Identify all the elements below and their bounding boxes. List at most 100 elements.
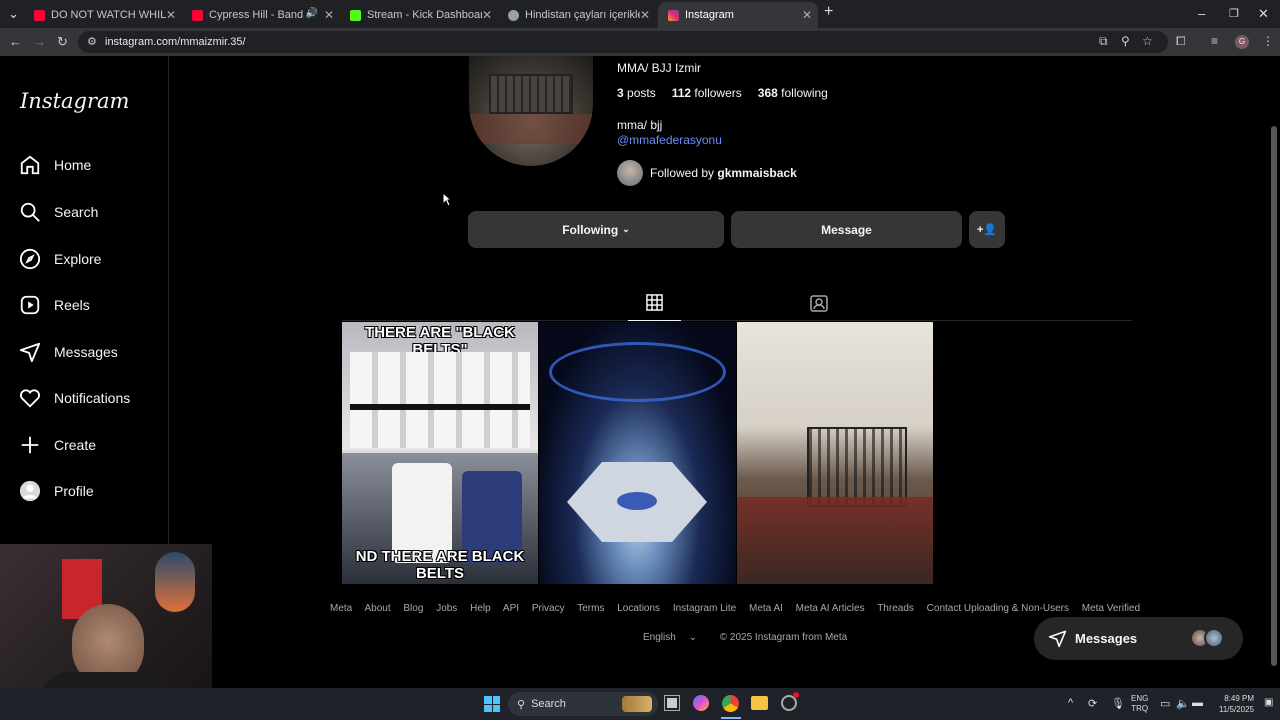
nav-reels[interactable]: Reels: [19, 294, 90, 316]
footer-link[interactable]: Meta AI: [749, 603, 783, 614]
posts-stat[interactable]: 3 posts: [617, 86, 656, 100]
site-info-icon[interactable]: ⚙: [87, 35, 97, 48]
network-icon[interactable]: ▭: [1160, 697, 1170, 710]
file-explorer-icon[interactable]: [751, 696, 768, 710]
sync-icon[interactable]: ⟳: [1088, 697, 1097, 710]
footer-link[interactable]: Meta: [330, 603, 352, 614]
browser-tab-1[interactable]: DO NOT WATCH WHILE EATING ✕: [26, 2, 182, 28]
footer-link[interactable]: Terms: [577, 603, 604, 614]
footer-links: Meta About Blog Jobs Help API Privacy Te…: [330, 603, 1150, 614]
clock[interactable]: 8:49 PM 11/5/2025: [1210, 693, 1254, 715]
chevron-up-icon[interactable]: ^: [1068, 697, 1073, 709]
footer-link[interactable]: API: [503, 603, 519, 614]
nav-explore[interactable]: Explore: [19, 248, 101, 270]
nav-create[interactable]: Create: [19, 434, 96, 456]
post-ufc-arena[interactable]: [539, 322, 736, 584]
forward-icon[interactable]: →: [33, 34, 46, 49]
minimize-icon[interactable]: –: [1198, 6, 1205, 21]
kick-icon: [350, 9, 361, 21]
profile-icon: [19, 480, 41, 502]
footer-link[interactable]: Blog: [403, 603, 423, 614]
followers-stat[interactable]: 112 followers: [672, 86, 742, 100]
address-toolbar: ← → ↻ ⚙ instagram.com/mmaizmir.35/ ⧉ ⚲ ☆…: [0, 28, 1280, 56]
copyright-text: © 2025 Instagram from Meta: [719, 632, 848, 643]
profile-name: MMA/ BJJ Izmir: [617, 61, 701, 75]
post-black-belts-meme[interactable]: THERE ARE "BLACK BELTS" ND THERE ARE BLA…: [342, 322, 538, 584]
close-icon[interactable]: ✕: [640, 8, 650, 22]
page-scrollbar[interactable]: [1268, 56, 1280, 688]
profile-mention-link[interactable]: @mmafederasyonu: [617, 133, 722, 147]
footer-link[interactable]: Contact Uploading & Non-Users: [927, 603, 1069, 614]
nav-notifications[interactable]: Notifications: [19, 387, 130, 409]
footer-link[interactable]: Locations: [617, 603, 660, 614]
following-count: 368: [757, 86, 778, 100]
nav-messages[interactable]: Messages: [19, 341, 118, 363]
instagram-logo[interactable]: Instagram: [20, 89, 129, 113]
following-stat[interactable]: 368 following: [758, 86, 828, 100]
footer-link[interactable]: Meta Verified: [1082, 603, 1140, 614]
restore-icon[interactable]: ❐: [1229, 7, 1239, 20]
url-text[interactable]: instagram.com/mmaizmir.35/: [105, 36, 246, 48]
chrome-icon[interactable]: [722, 695, 739, 712]
nav-label: Notifications: [54, 390, 131, 406]
speaker-icon[interactable]: 🔊: [306, 8, 318, 19]
browser-tab-4[interactable]: Hindistan çayları içerikleri ✕: [500, 2, 656, 28]
footer-link[interactable]: About: [364, 603, 390, 614]
volume-icon[interactable]: 🔈: [1176, 697, 1190, 710]
profile-avatar[interactable]: [469, 56, 593, 166]
zoom-icon[interactable]: ⚲: [1121, 34, 1130, 48]
message-button[interactable]: Message: [731, 211, 962, 248]
copilot-icon[interactable]: [693, 695, 709, 711]
close-icon[interactable]: ✕: [324, 8, 334, 22]
footer-link[interactable]: Help: [470, 603, 491, 614]
tab-posts[interactable]: [628, 284, 681, 321]
close-icon[interactable]: ✕: [802, 8, 812, 22]
battery-icon[interactable]: ▬: [1192, 697, 1203, 709]
profile-avatar-icon[interactable]: G: [1235, 35, 1249, 49]
media-control-icon[interactable]: ≡: [1211, 34, 1218, 48]
mouse-cursor-icon: [442, 192, 452, 207]
footer-link[interactable]: Meta AI Articles: [796, 603, 865, 614]
profile-tabs-divider: [342, 320, 1132, 321]
grid-icon: [646, 293, 663, 311]
new-tab-icon[interactable]: +: [824, 3, 833, 21]
install-app-icon[interactable]: ⧉: [1099, 34, 1108, 49]
back-icon[interactable]: ←: [9, 34, 22, 49]
footer-link[interactable]: Jobs: [436, 603, 457, 614]
browser-tab-2[interactable]: Cypress Hill - Band of Gyps 🔊 ✕: [184, 2, 340, 28]
tab-tagged[interactable]: [797, 286, 841, 320]
footer-link[interactable]: Privacy: [532, 603, 565, 614]
close-icon[interactable]: ✕: [166, 8, 176, 22]
browser-tab-5[interactable]: Instagram ✕: [658, 2, 818, 28]
nav-profile[interactable]: Profile: [19, 480, 94, 502]
menu-icon[interactable]: ⋮: [1262, 34, 1274, 48]
taskbar-search[interactable]: ⚲ Search: [508, 692, 658, 716]
close-icon[interactable]: ✕: [482, 8, 492, 22]
followed-by[interactable]: Followed by gkmmaisback: [617, 160, 797, 186]
scrollbar-thumb[interactable]: [1271, 126, 1277, 666]
nav-label: Search: [54, 204, 99, 220]
footer-link[interactable]: Threads: [877, 603, 914, 614]
language-indicator[interactable]: ENG TRQ: [1131, 694, 1148, 714]
post-cage-event[interactable]: [737, 322, 933, 584]
compass-icon: [19, 248, 41, 270]
browser-tab-strip: ⌄ DO NOT WATCH WHILE EATING ✕ Cypress Hi…: [0, 0, 1280, 28]
browser-tab-3[interactable]: Stream - Kick Dashboard ✕: [342, 2, 498, 28]
extensions-icon[interactable]: ⧠: [1176, 34, 1186, 49]
nav-home[interactable]: Home: [19, 154, 91, 176]
task-view-icon[interactable]: [664, 695, 680, 711]
language-select[interactable]: English ⌄: [643, 632, 707, 643]
suggest-user-button[interactable]: +👤: [969, 211, 1005, 248]
bookmark-star-icon[interactable]: ☆: [1142, 34, 1153, 48]
windows-start-icon[interactable]: [484, 696, 500, 712]
omnibox[interactable]: ⚙ instagram.com/mmaizmir.35/: [78, 31, 1168, 53]
nav-search[interactable]: Search: [19, 201, 98, 223]
microphone-icon[interactable]: 🎙: [1111, 697, 1125, 710]
reload-icon[interactable]: ↻: [57, 34, 68, 50]
tab-search-icon[interactable]: ⌄: [8, 6, 19, 22]
footer-link[interactable]: Instagram Lite: [673, 603, 736, 614]
notifications-center-icon[interactable]: ▣: [1264, 697, 1273, 708]
window-close-icon[interactable]: ✕: [1258, 6, 1269, 22]
following-button[interactable]: Following ⌄: [468, 211, 724, 248]
messages-pill[interactable]: Messages: [1034, 617, 1243, 660]
